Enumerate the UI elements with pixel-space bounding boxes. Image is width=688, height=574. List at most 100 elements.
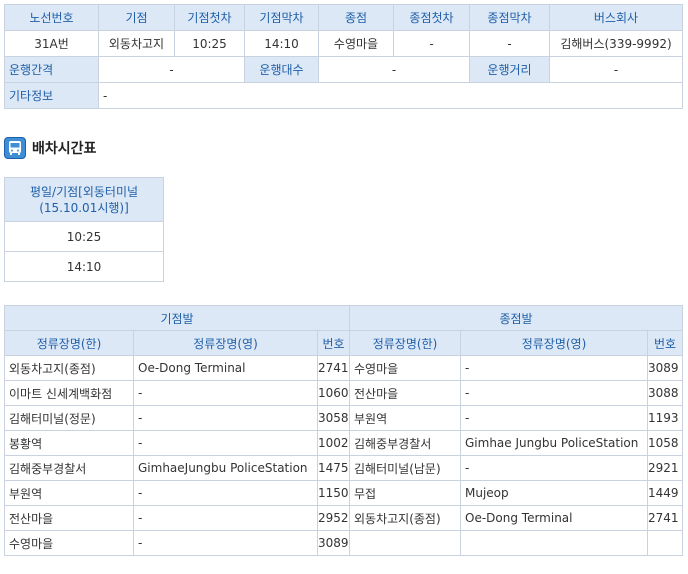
dest-last-time: - (469, 30, 550, 57)
dest-stop-kr: 부원역 (349, 405, 461, 431)
header-dest-last: 종점막차 (469, 4, 550, 31)
table-row: 김해중부경찰서 GimhaeJungbu PoliceStation 1475 … (4, 455, 683, 481)
origin-stop: 외동차고지 (98, 30, 175, 57)
interval-label: 운행간격 (4, 56, 99, 83)
header-origin-first: 기점첫차 (174, 4, 245, 31)
count-value: - (318, 56, 470, 83)
dispatch-header-line2: (15.10.01시행)] (39, 200, 129, 215)
dispatch-timetable: 평일/기점[외동터미널 (15.10.01시행)] 10:25 14:10 (4, 177, 164, 282)
etc-value: - (98, 82, 683, 109)
table-row: 봉황역 - 1002 김해중부경찰서 Gimhae Jungbu PoliceS… (4, 430, 683, 456)
origin-stop-no: 1475 (317, 455, 350, 481)
dest-stop-en: - (460, 455, 648, 481)
origin-stop-en: GimhaeJungbu PoliceStation (133, 455, 318, 481)
route-info-table: 노선번호 기점 기점첫차 기점막차 종점 종점첫차 종점막차 버스회사 31A번… (4, 4, 683, 109)
dest-stop-en: Gimhae Jungbu PoliceStation (460, 430, 648, 456)
origin-stop-kr: 김해터미널(정문) (4, 405, 134, 431)
origin-last-time: 14:10 (244, 30, 319, 57)
dest-stop-en: - (460, 380, 648, 406)
origin-stop-en: - (133, 405, 318, 431)
table-row: 부원역 - 1150 무접 Mujeop 1449 (4, 480, 683, 506)
origin-stop-no: 1150 (317, 480, 350, 506)
dest-stop-kr-empty (349, 530, 461, 556)
stop-direction-row: 기점발 종점발 (4, 305, 683, 331)
dest-stop-no: 1058 (647, 430, 683, 456)
route-number: 31A번 (4, 30, 99, 57)
header-route-number: 노선번호 (4, 4, 99, 31)
dest-stop-en: - (460, 355, 648, 381)
dest-col-en: 정류장명(영) (460, 330, 648, 356)
origin-stop-no: 2741 (317, 355, 350, 381)
dest-col-kr: 정류장명(한) (349, 330, 461, 356)
origin-stop-no: 1060 (317, 380, 350, 406)
dest-stop-en: Oe-Dong Terminal (460, 505, 648, 531)
section-title-text: 배차시간표 (32, 141, 97, 157)
origin-stop-kr: 부원역 (4, 480, 134, 506)
origin-col-kr: 정류장명(한) (4, 330, 134, 356)
table-row: 외동차고지(종점) Oe-Dong Terminal 2741 수영마을 - 3… (4, 355, 683, 381)
route-header-row: 노선번호 기점 기점첫차 기점막차 종점 종점첫차 종점막차 버스회사 (4, 4, 683, 31)
distance-label: 운행거리 (469, 56, 550, 83)
dest-first-time: - (393, 30, 470, 57)
stop-column-header-row: 정류장명(한) 정류장명(영) 번호 정류장명(한) 정류장명(영) 번호 (4, 330, 683, 356)
dest-stop-en: - (460, 405, 648, 431)
origin-stop-no: 1002 (317, 430, 350, 456)
etc-label: 기타정보 (4, 82, 99, 109)
table-row: 수영마을 - 3089 (4, 530, 683, 556)
dest-stop-en-empty (460, 530, 648, 556)
dest-stop-en: Mujeop (460, 480, 648, 506)
header-origin-last: 기점막차 (244, 4, 319, 31)
origin-col-en: 정류장명(영) (133, 330, 318, 356)
origin-stop-no: 3089 (317, 530, 350, 556)
origin-direction-header: 기점발 (4, 305, 350, 331)
origin-stop-en: - (133, 530, 318, 556)
header-origin: 기점 (98, 4, 175, 31)
stop-table: 기점발 종점발 정류장명(한) 정류장명(영) 번호 정류장명(한) 정류장명(… (4, 305, 683, 556)
bus-icon (4, 137, 26, 159)
dest-stop-no: 2741 (647, 505, 683, 531)
origin-stop-en: - (133, 430, 318, 456)
dest-stop-no: 3089 (647, 355, 683, 381)
header-bus-company: 버스회사 (549, 4, 683, 31)
route-stats-row: 운행간격 - 운행대수 - 운행거리 - (4, 56, 683, 83)
dispatch-row: 14:10 (4, 251, 164, 282)
dispatch-time: 14:10 (4, 251, 164, 282)
dispatch-row: 10:25 (4, 221, 164, 252)
header-destination: 종점 (318, 4, 394, 31)
destination-stop: 수영마을 (318, 30, 394, 57)
origin-first-time: 10:25 (174, 30, 245, 57)
dest-stop-kr: 김해중부경찰서 (349, 430, 461, 456)
distance-value: - (549, 56, 683, 83)
dest-direction-header: 종점발 (349, 305, 683, 331)
route-etc-row: 기타정보 - (4, 82, 683, 109)
origin-stop-no: 3058 (317, 405, 350, 431)
section-title: 배차시간표 (4, 136, 96, 160)
bus-company: 김해버스(339-9992) (549, 30, 683, 57)
dest-stop-kr: 수영마을 (349, 355, 461, 381)
origin-col-no: 번호 (317, 330, 350, 356)
origin-stop-kr: 김해중부경찰서 (4, 455, 134, 481)
origin-stop-kr: 수영마을 (4, 530, 134, 556)
interval-value: - (98, 56, 245, 83)
dest-stop-no: 2921 (647, 455, 683, 481)
dest-stop-no: 1193 (647, 405, 683, 431)
dest-stop-no: 3088 (647, 380, 683, 406)
origin-stop-en: - (133, 480, 318, 506)
origin-stop-en: - (133, 380, 318, 406)
origin-stop-en: Oe-Dong Terminal (133, 355, 318, 381)
dispatch-header-row: 평일/기점[외동터미널 (15.10.01시행)] (4, 177, 164, 222)
origin-stop-kr: 이마트 신세계백화점 (4, 380, 134, 406)
dest-stop-kr: 무접 (349, 480, 461, 506)
origin-stop-kr: 봉황역 (4, 430, 134, 456)
header-dest-first: 종점첫차 (393, 4, 470, 31)
dest-col-no: 번호 (647, 330, 683, 356)
table-row: 전산마을 - 2952 외동차고지(종점) Oe-Dong Terminal 2… (4, 505, 683, 531)
dispatch-header-line1: 평일/기점[외동터미널 (29, 184, 139, 199)
origin-stop-en: - (133, 505, 318, 531)
table-row: 김해터미널(정문) - 3058 부원역 - 1193 (4, 405, 683, 431)
dest-stop-kr: 외동차고지(종점) (349, 505, 461, 531)
table-row: 이마트 신세계백화점 - 1060 전산마을 - 3088 (4, 380, 683, 406)
dest-stop-no-empty (647, 530, 683, 556)
route-value-row: 31A번 외동차고지 10:25 14:10 수영마을 - - 김해버스(339… (4, 30, 683, 57)
count-label: 운행대수 (244, 56, 319, 83)
